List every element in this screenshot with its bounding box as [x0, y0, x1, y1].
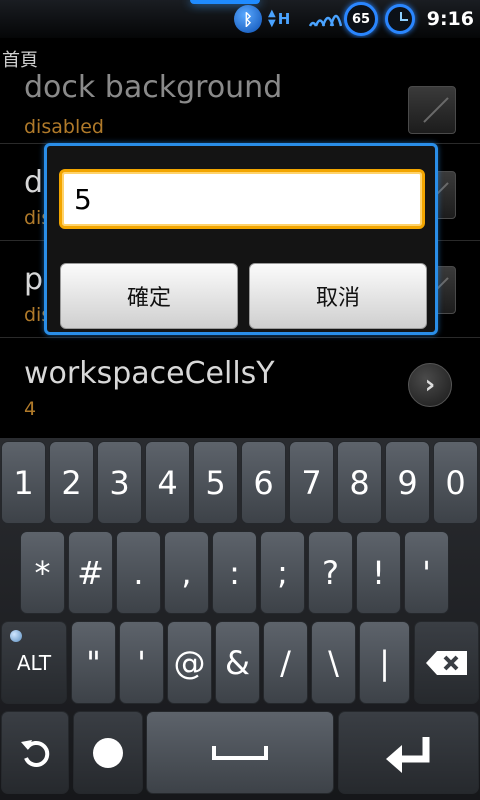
key-5[interactable]: 5 — [193, 441, 238, 524]
backspace-icon — [425, 650, 467, 675]
key-ampersand[interactable]: & — [215, 621, 260, 704]
key-double-quote[interactable]: " — [71, 621, 116, 704]
key-apostrophe[interactable]: ' — [404, 531, 449, 614]
status-bar: ᛒ ▲ ▼ H 65 9:16 — [0, 0, 480, 38]
key-8[interactable]: 8 — [337, 441, 382, 524]
key-period[interactable]: . — [116, 531, 161, 614]
dot-key[interactable] — [73, 711, 143, 794]
undo-key[interactable] — [1, 711, 69, 794]
edit-value-dialog: 確定 取消 — [44, 143, 438, 335]
enter-key[interactable] — [338, 711, 479, 794]
clock-time: 9:16 — [426, 8, 474, 30]
ok-button[interactable]: 確定 — [60, 263, 238, 329]
alt-label: ALT — [16, 650, 52, 675]
key-exclamation[interactable]: ! — [356, 531, 401, 614]
key-2[interactable]: 2 — [49, 441, 94, 524]
pref-title: workspaceCellsY — [24, 356, 275, 391]
value-input[interactable] — [59, 169, 425, 229]
key-asterisk[interactable]: * — [20, 531, 65, 614]
signal-strength-icon — [308, 0, 344, 38]
pref-summary: disabled — [24, 116, 104, 138]
key-semicolon[interactable]: ; — [260, 531, 305, 614]
pref-row-workspace-cells-y[interactable]: workspaceCellsY 4 › — [0, 338, 480, 434]
chevron-right-icon[interactable]: › — [408, 363, 452, 407]
key-1[interactable]: 1 — [1, 441, 46, 524]
soft-keyboard: 1 2 3 4 5 6 7 8 9 0 * # . , : ; ? ! ' AL… — [0, 438, 480, 800]
key-6[interactable]: 6 — [241, 441, 286, 524]
battery-icon: 65 — [344, 0, 380, 38]
key-0[interactable]: 0 — [433, 441, 478, 524]
key-3[interactable]: 3 — [97, 441, 142, 524]
key-question[interactable]: ? — [308, 531, 353, 614]
key-slash[interactable]: / — [263, 621, 308, 704]
key-4[interactable]: 4 — [145, 441, 190, 524]
mobile-data-indicator: ▲ ▼ H — [268, 0, 298, 38]
key-at[interactable]: @ — [167, 621, 212, 704]
pref-title: dock background — [24, 70, 283, 105]
pref-title: d — [24, 165, 44, 200]
key-colon[interactable]: : — [212, 531, 257, 614]
cancel-button[interactable]: 取消 — [249, 263, 427, 329]
key-pipe[interactable]: | — [359, 621, 410, 704]
space-key[interactable] — [146, 711, 334, 794]
checkbox[interactable] — [408, 86, 456, 134]
undo-icon — [21, 739, 50, 767]
space-icon — [212, 745, 268, 760]
data-type-label: H — [277, 10, 291, 28]
alt-key[interactable]: ALT — [1, 621, 67, 704]
alt-indicator-icon — [10, 630, 22, 642]
key-9[interactable]: 9 — [385, 441, 430, 524]
key-single-quote[interactable]: ' — [119, 621, 164, 704]
bluetooth-icon: ᛒ — [234, 0, 266, 38]
dot-icon — [93, 737, 123, 768]
key-backslash[interactable]: \ — [311, 621, 356, 704]
key-comma[interactable]: , — [164, 531, 209, 614]
alarm-clock-icon — [385, 0, 419, 38]
backspace-key[interactable] — [414, 621, 479, 704]
data-arrows-icon: ▲ ▼ — [268, 8, 276, 29]
battery-level: 65 — [351, 11, 371, 27]
key-hash[interactable]: # — [68, 531, 113, 614]
pref-row-dock-background[interactable]: dock background disabled — [0, 48, 480, 144]
pref-summary: 4 — [24, 398, 37, 420]
key-7[interactable]: 7 — [289, 441, 334, 524]
enter-icon — [385, 736, 429, 773]
